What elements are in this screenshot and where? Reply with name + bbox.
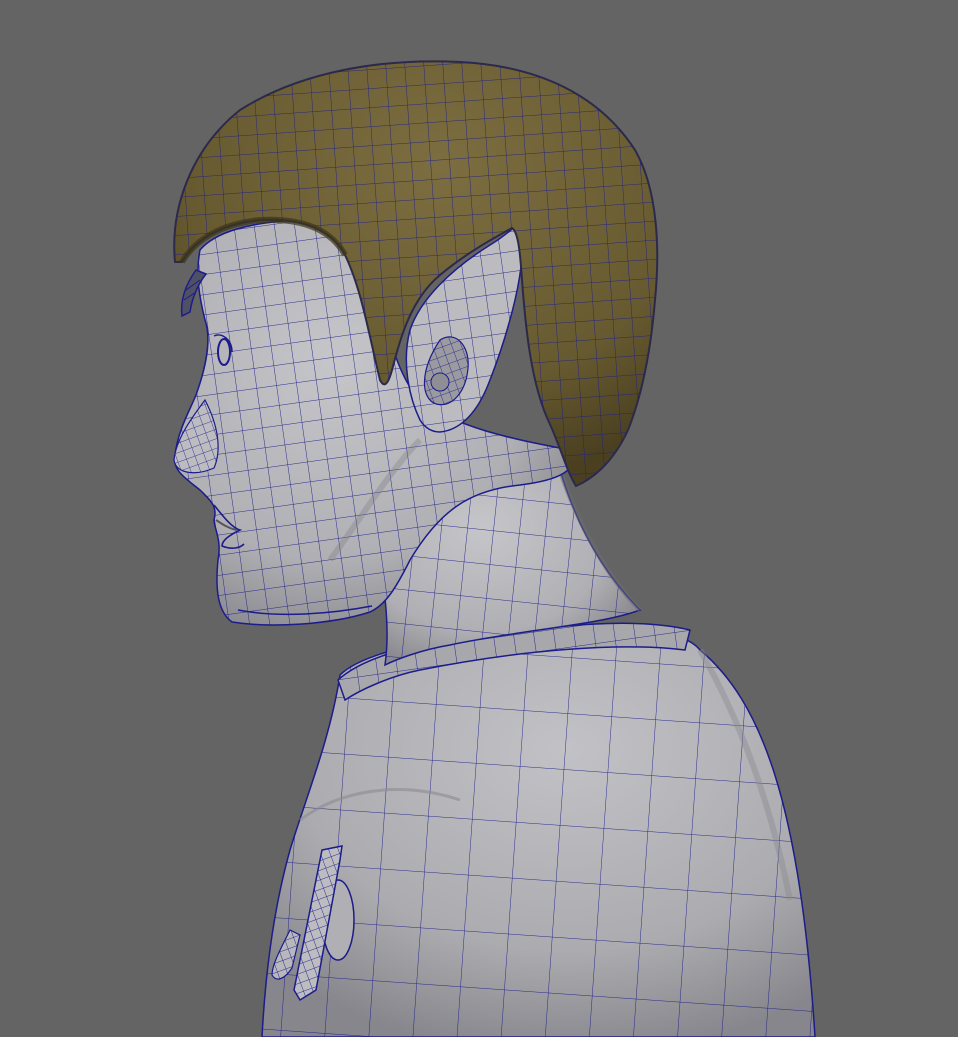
3d-viewport[interactable] [0,0,958,1037]
viewport-render [0,0,958,1037]
